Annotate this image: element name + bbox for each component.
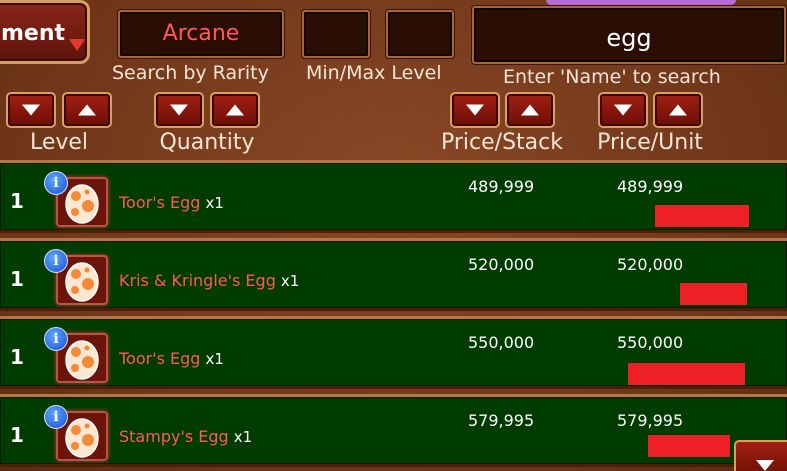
min-level-input[interactable] [302,10,370,58]
sort-quantity-asc-button[interactable] [210,92,260,128]
arrow-down-icon [466,104,484,116]
sort-quantity-desc-button[interactable] [154,92,204,128]
arrow-up-icon [521,104,539,116]
listing-row[interactable]: 1 i Toor's Egg x1 489,999 489,999 [0,160,787,233]
sort-price-stack-label: Price/Stack [441,130,563,155]
sort-price-unit-label: Price/Unit [597,130,703,155]
arrow-down-icon [22,104,40,116]
price-stack: 520,000 [468,255,535,274]
sort-price-unit-desc-button[interactable] [598,92,648,128]
egg-icon [65,418,99,458]
sort-quantity-label: Quantity [159,130,255,155]
redaction-mark [648,435,730,457]
sort-level-asc-button[interactable] [62,92,112,128]
info-icon[interactable]: i [44,327,68,351]
rarity-value: Arcane [162,21,240,46]
item-name[interactable]: Stampy's Egg [119,427,229,446]
item-name[interactable]: Toor's Egg [119,193,200,212]
price-stack: 579,995 [468,411,535,430]
arrow-down-icon [756,460,774,471]
name-search-value: egg [606,24,652,52]
sort-price-unit-asc-button[interactable] [653,92,703,128]
egg-icon [65,340,99,380]
info-icon[interactable]: i [44,171,68,195]
price-unit: 550,000 [617,333,684,352]
sort-level-desc-button[interactable] [6,92,56,128]
item-quantity: x1 [233,428,253,446]
arrow-up-icon [226,104,244,116]
name-search-input[interactable]: egg [472,6,786,64]
price-stack: 550,000 [468,333,535,352]
egg-icon [65,184,99,224]
category-dropdown[interactable]: ment [0,0,90,64]
item-name-wrapper: Stampy's Egg x1 [119,427,252,446]
listing-row[interactable]: 1 i Toor's Egg x1 550,000 550,000 [0,316,787,389]
item-name-wrapper: Toor's Egg x1 [119,349,224,368]
sort-price-stack-desc-button[interactable] [450,92,500,128]
category-label: ment [1,21,66,46]
redaction-mark [628,363,745,385]
item-name-wrapper: Toor's Egg x1 [119,193,224,212]
scroll-down-button[interactable] [734,440,787,471]
info-icon[interactable]: i [44,405,68,429]
sort-price-stack-asc-button[interactable] [505,92,555,128]
price-unit: 520,000 [617,255,684,274]
chevron-down-icon [69,39,85,51]
arrow-down-icon [614,104,632,116]
item-name[interactable]: Toor's Egg [119,349,200,368]
price-stack: 489,999 [468,177,535,196]
item-quantity: x1 [280,272,300,290]
arrow-up-icon [78,104,96,116]
item-quantity: x1 [205,194,224,212]
tab-strip [546,0,736,5]
listing-level: 1 [10,189,24,213]
item-quantity: x1 [205,350,224,368]
listing-level: 1 [10,267,24,291]
rarity-filter[interactable]: Arcane [118,10,284,58]
listing-row[interactable]: 1 i Stampy's Egg x1 579,995 579,995 [0,394,787,467]
level-caption: Min/Max Level [306,62,442,84]
listing-level: 1 [10,423,24,447]
info-icon[interactable]: i [44,249,68,273]
rarity-caption: Search by Rarity [112,62,269,84]
redaction-mark [655,205,749,227]
listing-level: 1 [10,345,24,369]
price-unit: 489,999 [617,177,684,196]
max-level-input[interactable] [386,10,454,58]
egg-icon [65,262,99,302]
name-search-caption: Enter 'Name' to search [503,66,721,88]
sort-level-label: Level [29,130,89,155]
redaction-mark [680,283,747,305]
price-unit: 579,995 [617,411,684,430]
arrow-down-icon [170,104,188,116]
arrow-up-icon [669,104,687,116]
listing-row[interactable]: 1 i Kris & Kringle's Egg x1 520,000 520,0… [0,238,787,311]
item-name-wrapper: Kris & Kringle's Egg x1 [119,271,299,290]
item-name[interactable]: Kris & Kringle's Egg [119,271,276,290]
